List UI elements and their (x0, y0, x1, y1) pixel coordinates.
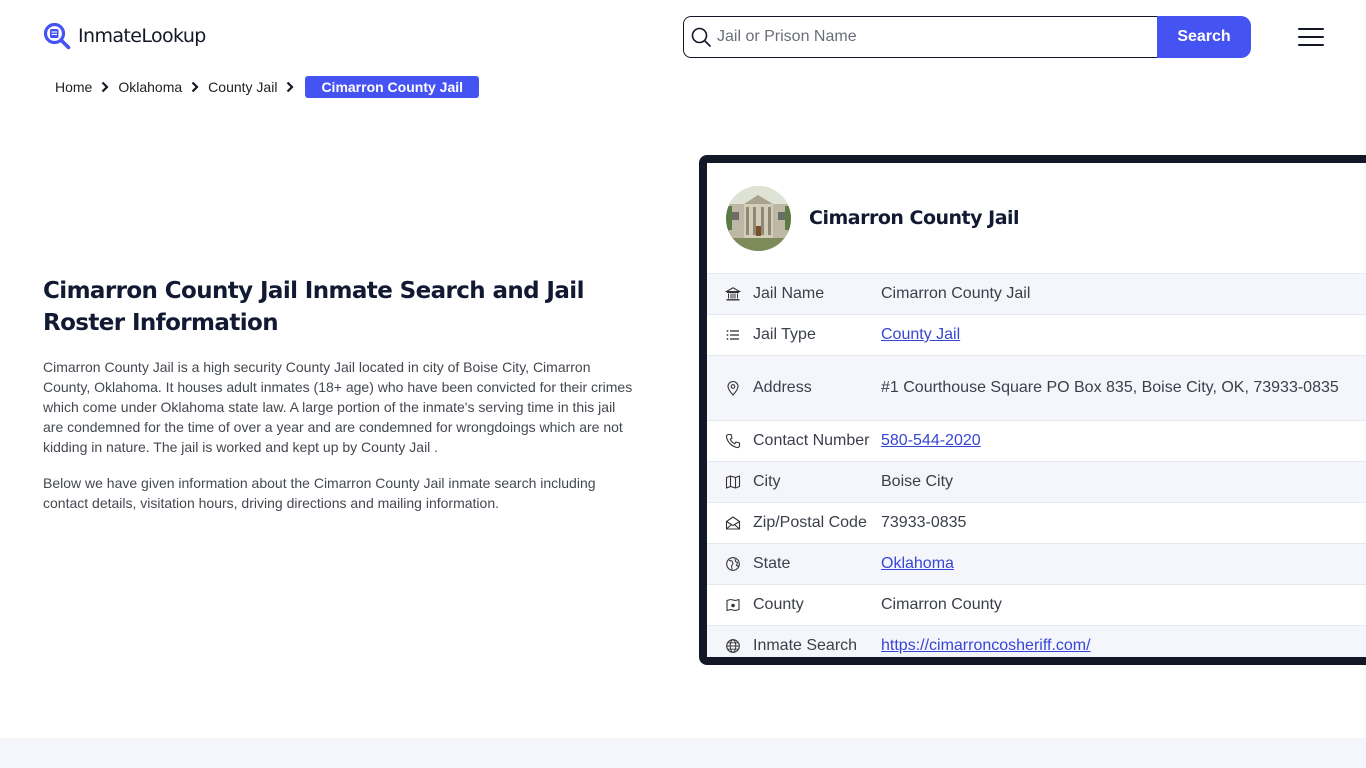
menu-line (1298, 36, 1324, 38)
map-location-icon (726, 598, 740, 612)
row-label: County (753, 596, 804, 613)
row-value: https://cimarroncosheriff.com/ (881, 626, 1091, 657)
row-label: Contact Number (753, 432, 870, 449)
info-row-county: County Cimarron County (707, 584, 1366, 625)
jail-photo-avatar (726, 185, 791, 251)
mail-open-icon (725, 516, 741, 530)
magnifier-logo-icon (43, 22, 71, 50)
phone-icon (725, 433, 741, 449)
hamburger-menu-icon[interactable] (1298, 26, 1324, 48)
logo-text: InmateLookup (78, 25, 206, 47)
footer-band (0, 738, 1366, 768)
map-icon (725, 475, 741, 489)
menu-line (1298, 28, 1324, 30)
chevron-right-icon (102, 81, 109, 93)
inmate-search-link[interactable]: https://cimarroncosheriff.com/ (881, 637, 1091, 654)
info-row-address: Address #1 Courthouse Square PO Box 835,… (707, 355, 1366, 420)
row-value: Cimarron County Jail (881, 285, 1031, 302)
map-pin-icon (727, 381, 739, 396)
search-input[interactable] (717, 28, 1137, 46)
info-row-inmate-search: Inmate Search https://cimarroncosheriff.… (707, 625, 1366, 657)
row-value: Oklahoma (881, 544, 954, 584)
card-header: Cimarron County Jail (707, 163, 1366, 273)
site-logo[interactable]: InmateLookup (43, 22, 206, 50)
search-box (683, 16, 1157, 58)
row-value: County Jail (881, 315, 960, 355)
info-row-state: State Oklahoma (707, 543, 1366, 584)
info-row-zip-code: Zip/Postal Code 73933-0835 (707, 502, 1366, 543)
info-row-city: City Boise City (707, 461, 1366, 502)
chevron-right-icon (191, 81, 199, 93)
row-value: Cimarron County (881, 596, 1002, 613)
world-icon (726, 639, 740, 653)
bank-building-icon (725, 287, 741, 301)
jail-type-link[interactable]: County Jail (881, 326, 960, 343)
row-value: 580-544-2020 (881, 421, 981, 461)
intro-paragraph: Cimarron County Jail is a high security … (43, 359, 633, 455)
row-label: Inmate Search (753, 637, 858, 654)
row-label: Jail Name (753, 285, 825, 302)
info-row-jail-name: Jail Name Cimarron County Jail (707, 273, 1366, 314)
row-value: Boise City (881, 473, 954, 490)
chevron-right-icon (287, 81, 294, 93)
globe-region-icon (726, 557, 740, 571)
row-label: Address (753, 379, 812, 396)
row-value: 73933-0835 (881, 514, 967, 531)
row-value: #1 Courthouse Square PO Box 835, Boise C… (881, 379, 1339, 396)
row-label: Jail Type (753, 326, 816, 343)
breadcrumb-county-jail[interactable]: County Jail (208, 79, 277, 95)
breadcrumb-current: Cimarron County Jail (305, 76, 480, 98)
state-link[interactable]: Oklahoma (881, 555, 954, 572)
list-icon (726, 330, 739, 340)
courthouse-image-icon (726, 185, 791, 251)
breadcrumb-oklahoma[interactable]: Oklahoma (118, 79, 182, 95)
search-bar: Search (683, 16, 1251, 58)
intro-paragraph: Below we have given information about th… (43, 475, 596, 511)
search-icon (691, 27, 711, 47)
row-label: Zip/Postal Code (753, 514, 867, 531)
page-title: Cimarron County Jail Inmate Search and J… (43, 278, 584, 336)
search-button[interactable]: Search (1157, 16, 1251, 58)
jail-info-card-inner: Cimarron County Jail Jail Name Cimarron … (707, 163, 1366, 657)
breadcrumb: Home Oklahoma County Jail Cimarron Count… (55, 76, 480, 98)
info-row-jail-type: Jail Type County Jail (707, 314, 1366, 355)
breadcrumb-home[interactable]: Home (55, 79, 92, 95)
jail-info-card: Cimarron County Jail Jail Name Cimarron … (699, 155, 1366, 665)
row-label: City (753, 473, 781, 490)
intro-section: Cimarron County Jail Inmate Search and J… (43, 275, 638, 513)
row-label: State (753, 555, 791, 572)
card-title: Cimarron County Jail (809, 207, 1020, 229)
info-row-contact-number: Contact Number 580-544-2020 (707, 420, 1366, 461)
menu-line (1298, 44, 1324, 46)
contact-number-link[interactable]: 580-544-2020 (881, 432, 981, 449)
